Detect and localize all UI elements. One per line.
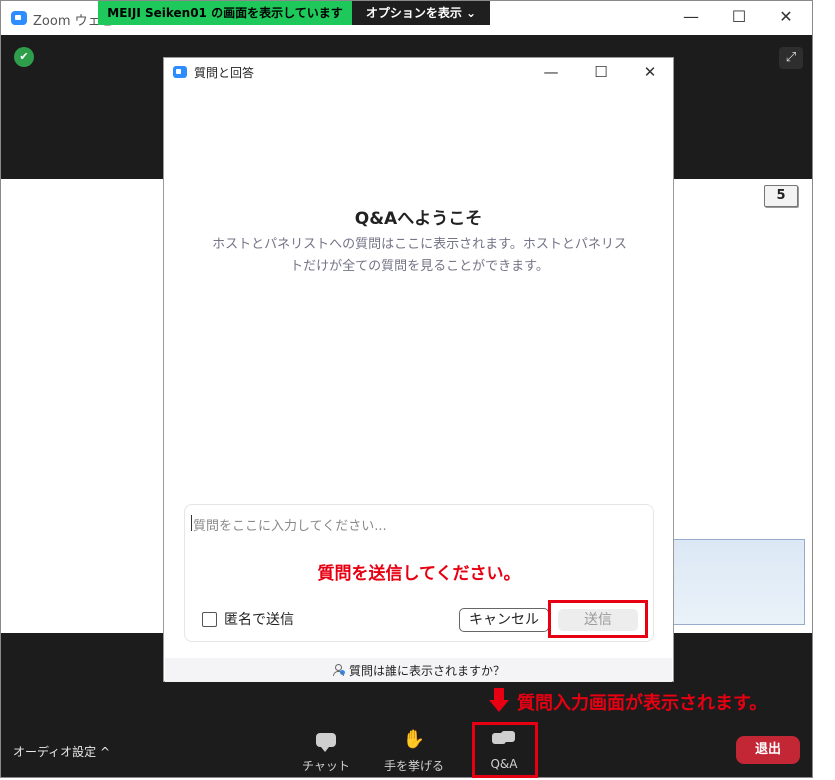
zoom-logo-icon [173,66,187,78]
audio-settings-button[interactable]: オーディオ設定 ^ [13,743,110,760]
chat-icon [291,729,361,752]
window-minimize-button[interactable]: — [681,7,701,27]
dialog-close-button[interactable]: ✕ [640,62,660,82]
qa-welcome-title: Q&Aへようこそ [354,209,483,229]
window-titlebar: Zoom ウェビ MEIJI Seiken01 の画面を表示しています オプショ… [1,1,812,35]
window-maximize-button[interactable]: ☐ [729,7,749,27]
security-shield-icon[interactable]: ✔ [14,47,34,67]
question-visibility-link[interactable]: 質問は誰に表示されますか？ [165,658,672,682]
chat-button[interactable]: チャット [291,729,361,774]
dialog-minimize-button[interactable]: — [541,62,561,82]
person-icon [332,664,345,676]
view-options-button[interactable]: オプションを表示 ⌄ [352,1,490,25]
leave-button[interactable]: 退出 [736,736,800,764]
qa-dialog: 質問と回答 — ☐ ✕ Q&Aへようこそ ホストとパネリストへの質問はここに表示… [163,57,674,682]
window-close-button[interactable]: ✕ [776,7,796,27]
raise-hand-label: 手を挙げる [383,759,444,773]
screen-share-banner: MEIJI Seiken01 の画面を表示しています [98,1,352,25]
anonymous-label: 匿名で送信 [224,612,294,628]
chat-label: チャット [302,759,350,773]
send-instruction-annotation: 質問を送信してください。 [317,564,521,584]
question-input[interactable] [191,513,650,545]
zoom-webinar-window: Zoom ウェビ MEIJI Seiken01 の画面を表示しています オプショ… [0,0,813,778]
text-cursor [191,515,192,531]
question-visibility-label: 質問は誰に表示されますか？ [348,663,505,678]
raise-hand-button[interactable]: ✋ 手を挙げる [379,729,449,774]
qa-callout-annotation: 質問入力画面が表示されます。 [517,689,768,715]
dialog-maximize-button[interactable]: ☐ [591,62,611,82]
shared-content-thumbnail [673,539,805,625]
slide-page-number: 5 [764,185,798,207]
qa-welcome-description: ホストとパネリストへの質問はここに表示されます。ホストとパネリストだけが全ての質… [212,237,627,274]
down-arrow-icon [489,688,509,714]
qa-button-highlight [472,722,538,778]
anonymous-option[interactable]: 匿名で送信 [202,609,294,629]
hand-icon: ✋ [402,729,426,750]
anonymous-checkbox[interactable] [202,611,217,627]
zoom-logo-icon [11,11,27,25]
qa-dialog-title: 質問と回答 [194,66,255,80]
cancel-button[interactable]: キャンセル [459,608,549,632]
send-button-highlight [548,600,648,638]
fullscreen-icon[interactable]: ⤢ [779,47,803,69]
